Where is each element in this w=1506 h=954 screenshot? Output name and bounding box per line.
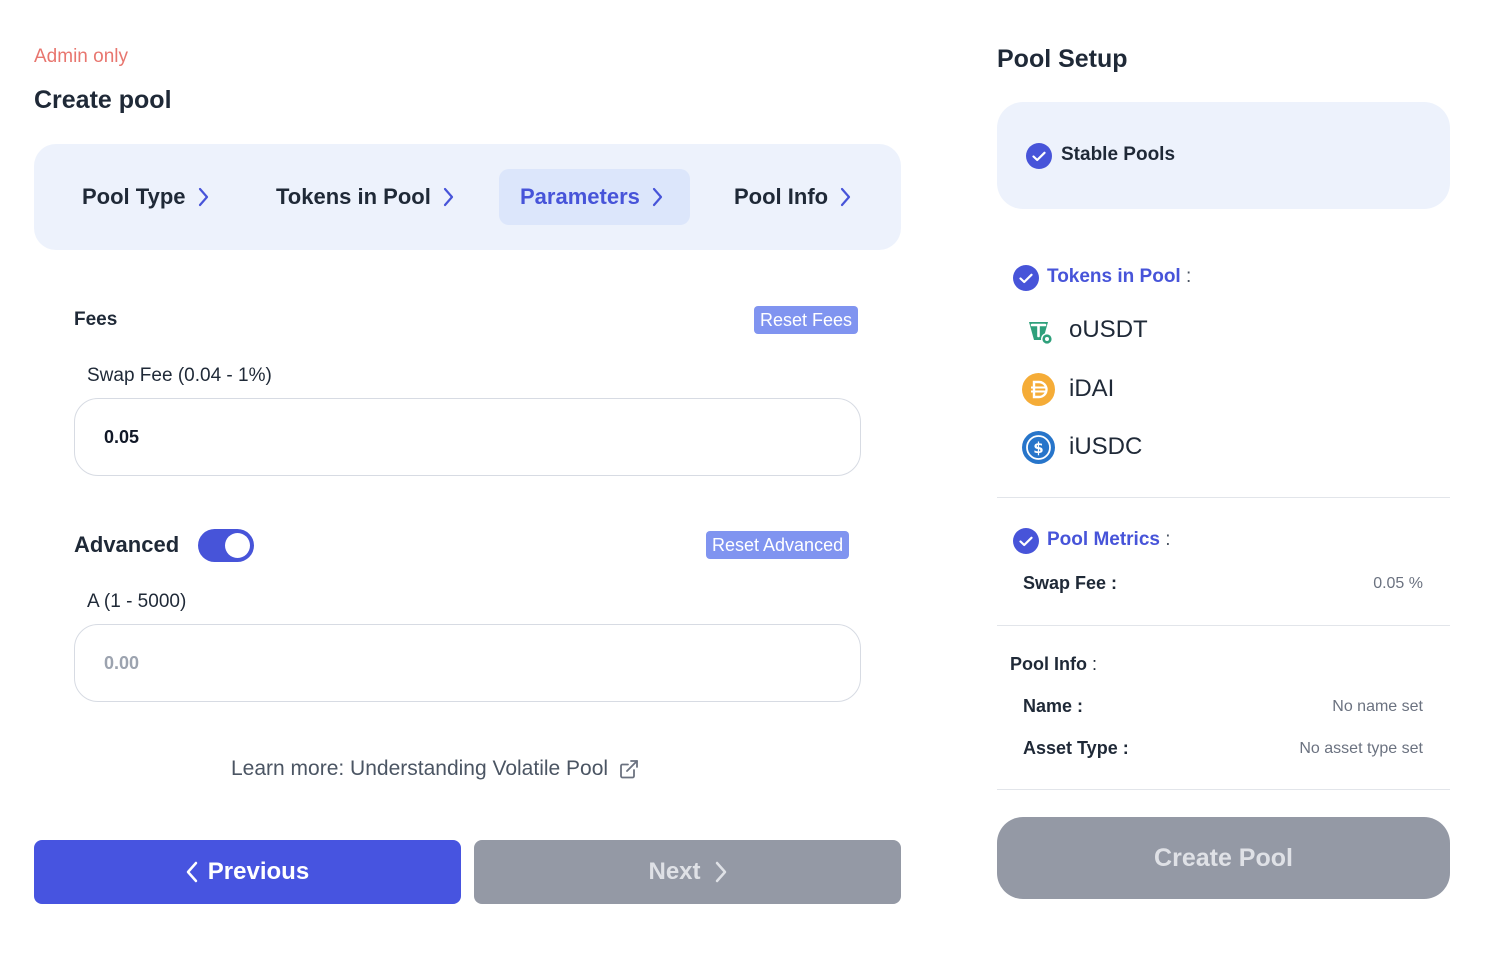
swap-fee-input[interactable] (74, 398, 861, 476)
step-label: Pool Type (82, 184, 186, 209)
chevron-right-icon (840, 187, 851, 207)
step-pool-info[interactable]: Pool Info (713, 169, 872, 225)
pool-type-summary: Stable Pools (997, 102, 1450, 209)
info-key: Asset Type : (1023, 738, 1129, 758)
info-value: No asset type set (1299, 740, 1423, 757)
chevron-left-icon (186, 861, 198, 883)
amplification-label: A (1 - 5000) (87, 591, 187, 612)
check-icon (1026, 143, 1052, 169)
step-tokens-in-pool[interactable]: Tokens in Pool (255, 169, 475, 225)
previous-button[interactable]: Previous (34, 840, 461, 904)
chevron-right-icon (652, 187, 663, 207)
admin-only-label: Admin only (34, 46, 128, 67)
token-name: iDAI (1069, 375, 1115, 402)
pool-info-heading: Pool Info : (1010, 654, 1097, 675)
swap-fee-label: Swap Fee (0.04 - 1%) (87, 365, 272, 386)
learn-more-text: Learn more: Understanding Volatile Pool (231, 757, 609, 780)
page-title: Create pool (34, 86, 172, 114)
chevron-right-icon (715, 861, 727, 883)
heading-colon: : (1165, 529, 1171, 550)
divider (997, 625, 1450, 626)
pool-setup-title: Pool Setup (997, 45, 1128, 73)
step-navigation: Pool Type Tokens in Pool Parameters Pool… (34, 144, 901, 250)
heading-colon: : (1186, 266, 1192, 287)
pool-info-heading-text: Pool Info (1010, 654, 1087, 674)
fees-heading: Fees (74, 309, 118, 330)
svg-text:$: $ (1033, 439, 1043, 457)
step-label: Tokens in Pool (276, 184, 431, 209)
amplification-input[interactable] (74, 624, 861, 702)
previous-label: Previous (207, 858, 310, 885)
chevron-right-icon (443, 187, 454, 207)
next-button[interactable]: Next (474, 840, 901, 904)
pool-type-value: Stable Pools (1061, 144, 1176, 165)
reset-fees-button[interactable]: Reset Fees (754, 306, 859, 334)
advanced-heading: Advanced (74, 532, 180, 557)
next-label: Next (648, 858, 701, 885)
divider (997, 789, 1450, 790)
tokens-in-pool-heading: Tokens in Pool : (1047, 266, 1191, 288)
check-icon (1013, 528, 1039, 554)
toggle-knob (225, 533, 250, 558)
info-key: Name : (1023, 696, 1084, 716)
create-pool-button[interactable]: Create Pool (997, 817, 1450, 899)
step-parameters[interactable]: Parameters (499, 169, 690, 225)
chevron-right-icon (198, 187, 209, 207)
pool-metrics-heading: Pool Metrics : (1047, 529, 1171, 551)
external-link-icon (618, 758, 640, 780)
tokens-heading-text: Tokens in Pool (1047, 266, 1181, 287)
token-name: oUSDT (1069, 316, 1148, 343)
usdc-token-icon: $ (1022, 431, 1055, 464)
check-icon (1013, 265, 1039, 291)
metric-value: 0.05 % (1373, 575, 1423, 592)
token-name: iUSDC (1069, 433, 1143, 460)
advanced-toggle[interactable] (198, 529, 254, 562)
metric-key: Swap Fee : (1023, 573, 1118, 593)
divider (997, 497, 1450, 498)
step-label: Pool Info (734, 184, 829, 209)
dai-token-icon (1022, 373, 1055, 406)
reset-advanced-button[interactable]: Reset Advanced (706, 531, 850, 559)
usdt-token-icon (1022, 314, 1055, 347)
learn-more-link[interactable]: Learn more: Understanding Volatile Pool (231, 757, 640, 781)
metrics-heading-text: Pool Metrics (1047, 529, 1160, 550)
step-pool-type[interactable]: Pool Type (61, 169, 230, 225)
step-label: Parameters (520, 184, 640, 209)
heading-colon: : (1092, 654, 1098, 674)
info-value: No name set (1332, 698, 1423, 715)
